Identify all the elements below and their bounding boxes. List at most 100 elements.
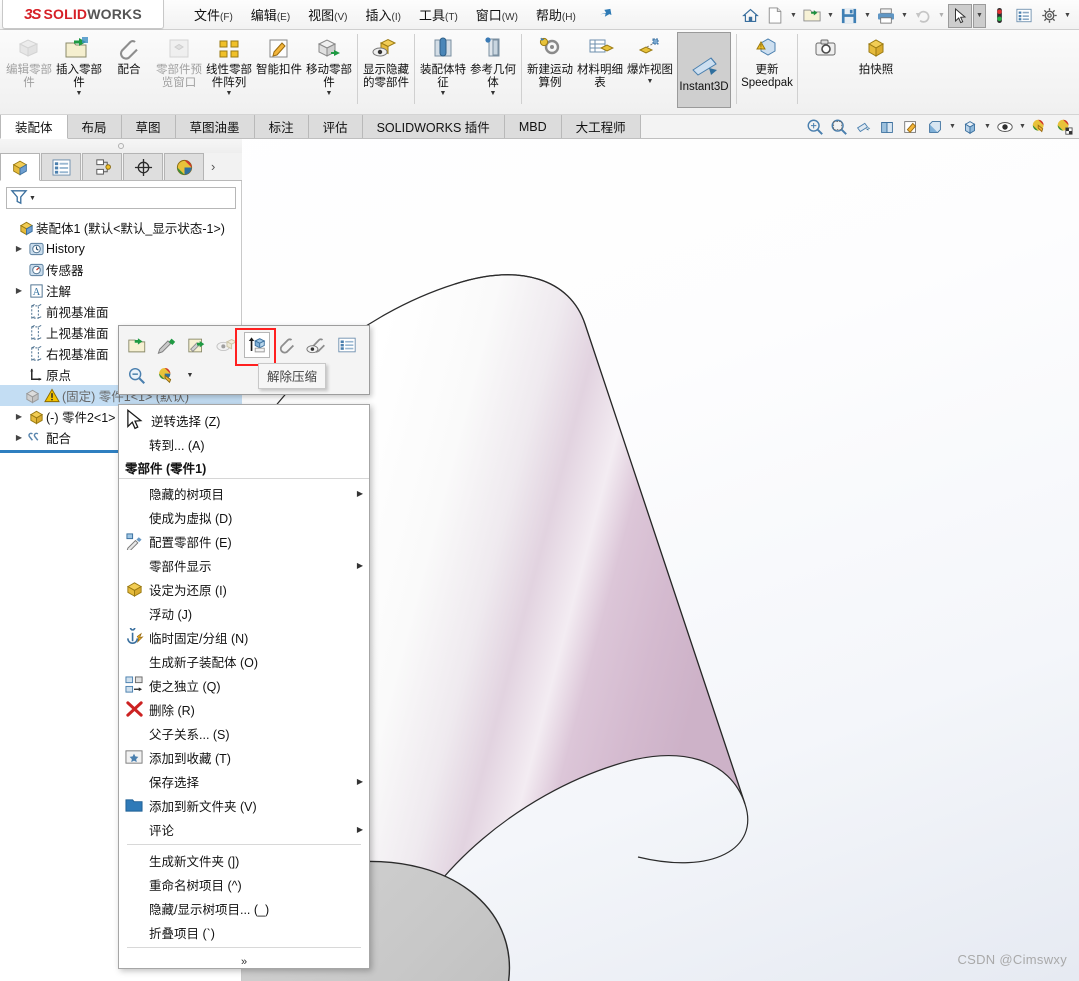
print-icon[interactable] <box>874 4 898 28</box>
zoom-to-area-icon[interactable] <box>828 116 850 138</box>
ribbon-bill-of-materials[interactable]: 材料明细表 <box>575 30 625 110</box>
component-properties-icon[interactable] <box>334 332 360 358</box>
edit-in-context-icon[interactable] <box>184 332 210 358</box>
configuration-manager-tab[interactable] <box>82 153 122 180</box>
chevron-down-icon[interactable]: ▼ <box>936 4 947 28</box>
expander-icon[interactable]: ▶ <box>12 244 26 253</box>
menu-item-configure-component[interactable]: 配置零部件 (E) <box>119 529 369 553</box>
menu-item-component-display[interactable]: 零部件显示 ▶ <box>119 553 369 577</box>
expander-icon[interactable]: ▶ <box>12 412 26 421</box>
ribbon-large-assembly-settings[interactable]: 拍快照 <box>851 30 901 110</box>
chevron-down-icon[interactable]: ▼ <box>983 116 992 138</box>
chevron-down-icon[interactable]: ▼ <box>973 3 986 28</box>
new-document-icon[interactable] <box>763 4 787 28</box>
save-icon[interactable] <box>837 4 861 28</box>
chevron-down-icon[interactable]: ▼ <box>226 90 233 97</box>
zoom-to-selection-icon[interactable] <box>124 362 150 388</box>
menu-item-set-to-resolved[interactable]: 设定为还原 (I) <box>119 577 369 601</box>
chevron-down-icon[interactable]: ▼ <box>862 4 873 28</box>
menu-item-temp-fix-group[interactable]: 临时固定/分组 (N) <box>119 625 369 649</box>
options-list-icon[interactable] <box>1012 4 1036 28</box>
tree-filter-input[interactable]: ▼ <box>6 187 236 209</box>
chevron-down-icon[interactable]: ▼ <box>76 90 83 97</box>
home-icon[interactable] <box>738 4 762 28</box>
menu-item-create-new-folder[interactable]: 生成新文件夹 (]) <box>119 848 369 872</box>
ribbon-update-speedpak[interactable]: ! 更新 Speedpak <box>740 30 794 110</box>
tab-sketch-ink[interactable]: 草图油墨 <box>175 115 255 138</box>
menu-item-window[interactable]: 窗口(W) <box>468 2 526 27</box>
ribbon-component-preview[interactable]: 零部件预览窗口 <box>154 30 204 110</box>
menu-item-edit[interactable]: 编辑(E) <box>243 2 298 27</box>
feature-tree-tab[interactable] <box>0 153 40 181</box>
ribbon-edit-component[interactable]: 编辑零部件 <box>4 30 54 110</box>
tab-markup[interactable]: 标注 <box>254 115 309 138</box>
ribbon-show-hidden-components[interactable]: 显示隐藏的零部件 <box>361 30 411 110</box>
chevron-down-icon[interactable]: ▼ <box>490 90 497 97</box>
ribbon-move-component[interactable]: 移动零部件 ▼ <box>304 30 354 110</box>
chevron-down-icon[interactable]: ▼ <box>948 116 957 138</box>
menu-item-form-new-subassembly[interactable]: 生成新子装配体 (O) <box>119 649 369 673</box>
display-style-icon[interactable] <box>900 116 922 138</box>
more-tabs-chevron-icon[interactable]: › <box>211 153 215 180</box>
menu-item-collapse-items[interactable]: 折叠项目 (`) <box>119 920 369 944</box>
chevron-down-icon[interactable]: ▼ <box>326 90 333 97</box>
open-part-icon[interactable] <box>124 332 150 358</box>
unsuppress-icon[interactable] <box>244 332 270 358</box>
tab-solidworks-addins[interactable]: SOLIDWORKS 插件 <box>362 115 505 138</box>
ribbon-instant3d[interactable]: Instant3D <box>677 32 731 108</box>
select-cursor-icon[interactable] <box>948 3 972 28</box>
chevron-down-icon[interactable]: ▼ <box>1018 116 1027 138</box>
apply-scene-icon[interactable] <box>959 116 981 138</box>
view-settings-icon[interactable] <box>994 116 1016 138</box>
tab-evaluate[interactable]: 评估 <box>308 115 363 138</box>
edit-appearance-icon[interactable] <box>1029 116 1051 138</box>
ribbon-snapshot[interactable] <box>801 30 851 110</box>
menu-item-help[interactable]: 帮助(H) <box>528 2 584 27</box>
settings-gear-icon[interactable] <box>1037 4 1061 28</box>
menu-item-comment[interactable]: 评论 ▶ <box>119 817 369 841</box>
menu-item-file[interactable]: 文件(F) <box>186 2 241 27</box>
undo-icon[interactable] <box>911 4 935 28</box>
rebuild-icon[interactable] <box>987 4 1011 28</box>
view-orientation-icon[interactable] <box>876 116 898 138</box>
chevron-down-icon[interactable]: ▼ <box>184 362 196 388</box>
menu-item-make-independent[interactable]: 使之独立 (Q) <box>119 673 369 697</box>
tree-item-history[interactable]: ▶ History <box>0 238 242 259</box>
ribbon-assembly-feature[interactable]: 装配体特征 ▼ <box>418 30 468 110</box>
menu-item-make-virtual[interactable]: 使成为虚拟 (D) <box>119 505 369 529</box>
menu-item-delete[interactable]: 删除 (R) <box>119 697 369 721</box>
property-manager-tab[interactable] <box>41 153 81 180</box>
menu-item-parent-child-relations[interactable]: 父子关系... (S) <box>119 721 369 745</box>
tree-item-assembly-root[interactable]: 装配体1 (默认<默认_显示状态-1>) <box>0 217 242 238</box>
tree-item-sensors[interactable]: 传感器 <box>0 259 242 280</box>
section-view-icon[interactable] <box>852 116 874 138</box>
menu-item-add-to-favorites[interactable]: 添加到收藏 (T) <box>119 745 369 769</box>
menu-item-float[interactable]: 浮动 (J) <box>119 601 369 625</box>
expander-icon[interactable]: ▶ <box>12 433 26 442</box>
chevron-down-icon[interactable]: ▼ <box>440 90 447 97</box>
menu-item-tools[interactable]: 工具(T) <box>411 2 466 27</box>
ribbon-new-motion-study[interactable]: 新建运动算例 <box>525 30 575 110</box>
menu-item-hide-show-tree-items[interactable]: 隐藏/显示树项目... (_) <box>119 896 369 920</box>
hide-component-icon[interactable] <box>214 332 240 358</box>
ribbon-exploded-view[interactable]: 爆炸视图 ▼ <box>625 30 675 110</box>
ribbon-insert-component[interactable]: 插入零部件 ▼ <box>54 30 104 110</box>
ribbon-smart-fastener[interactable]: 智能扣件 <box>254 30 304 110</box>
tree-item-annotations[interactable]: ▶ A 注解 <box>0 280 242 301</box>
chevron-down-icon[interactable]: ▼ <box>1062 4 1073 28</box>
menu-item-view[interactable]: 视图(V) <box>300 2 355 27</box>
ribbon-reference-geometry[interactable]: 参考几何体 ▼ <box>468 30 518 110</box>
chevron-down-icon[interactable]: ▼ <box>647 78 654 85</box>
hide-show-items-icon[interactable] <box>924 116 946 138</box>
menu-item-save-selection[interactable]: 保存选择 ▶ <box>119 769 369 793</box>
ribbon-linear-component-pattern[interactable]: 线性零部件阵列 ▼ <box>204 30 254 110</box>
menu-expand-chevron-icon[interactable]: » <box>119 951 369 973</box>
chevron-down-icon[interactable]: ▼ <box>899 4 910 28</box>
chevron-down-icon[interactable]: ▼ <box>825 4 836 28</box>
tab-big-engineer[interactable]: 大工程师 <box>561 115 641 138</box>
ribbon-mate[interactable]: 配合 <box>104 30 154 110</box>
filter-caret-icon[interactable]: ▼ <box>29 195 36 202</box>
tab-mbd[interactable]: MBD <box>504 115 562 138</box>
open-document-icon[interactable] <box>800 4 824 28</box>
chevron-down-icon[interactable]: ▼ <box>788 4 799 28</box>
